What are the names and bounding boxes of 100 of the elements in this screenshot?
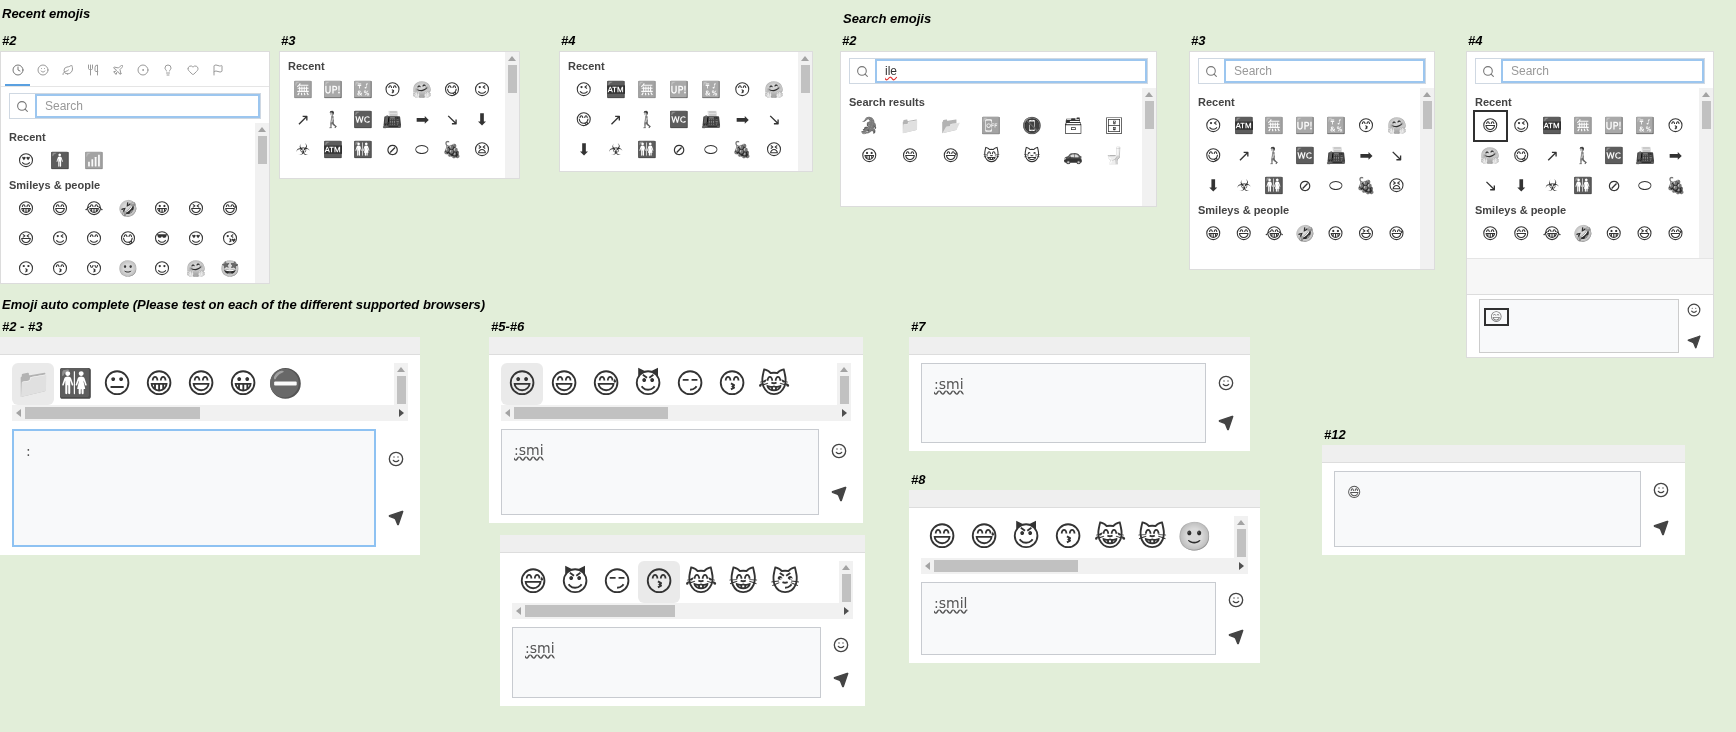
emoji-button[interactable]: 🆙 — [663, 76, 695, 104]
emoji-button[interactable]: 😂 — [1259, 220, 1290, 248]
emoji-button[interactable]: ↘ — [437, 106, 468, 134]
smiley-icon[interactable] — [1687, 303, 1701, 317]
emoji-button[interactable]: ⬇ — [1505, 172, 1537, 200]
emoji-button[interactable]: 🗃 — [1052, 112, 1094, 140]
horizontal-scrollbar[interactable] — [512, 603, 853, 619]
smiley-icon[interactable] — [831, 442, 847, 459]
emoji-button[interactable]: 😍 — [179, 225, 213, 253]
smiley-icon[interactable] — [1218, 375, 1234, 391]
emoji-button[interactable]: 🔣 — [694, 76, 727, 104]
send-icon[interactable] — [831, 485, 847, 502]
smiley-icon[interactable] — [1653, 482, 1669, 498]
emoji-suggestion[interactable]: 😄 — [180, 363, 222, 405]
scrollbar[interactable] — [255, 123, 269, 283]
emoji-button[interactable]: ⊘ — [663, 136, 695, 164]
horizontal-scrollbar[interactable] — [921, 558, 1248, 574]
emoji-button[interactable]: 😅 — [213, 195, 247, 223]
emoji-suggestion[interactable]: 😏 — [596, 561, 638, 603]
emoji-button[interactable]: ⬇ — [467, 106, 497, 134]
emoji-button[interactable]: ⊘ — [1598, 172, 1630, 200]
emoji-button[interactable]: 😊 — [77, 225, 111, 253]
send-icon[interactable] — [1228, 628, 1244, 645]
emoji-button[interactable]: 😆 — [1629, 220, 1661, 248]
emoji-button[interactable]: ↘ — [1475, 172, 1506, 200]
scroll-thumb[interactable] — [514, 407, 668, 419]
scrollbar[interactable] — [1420, 88, 1434, 269]
send-icon[interactable] — [833, 672, 849, 689]
emoji-button[interactable]: 🚻 — [631, 136, 664, 164]
emoji-button[interactable]: 😀 — [1320, 220, 1351, 248]
send-icon[interactable] — [1218, 415, 1234, 431]
emoji-button[interactable]: 🚗 — [1052, 142, 1094, 170]
emoji-button[interactable]: 😄 — [1475, 112, 1506, 140]
emoji-suggestion[interactable]: 😈 — [627, 363, 669, 405]
emoji-suggestion[interactable]: 😅 — [512, 561, 554, 603]
scroll-right-icon[interactable] — [399, 409, 404, 417]
emoji-button[interactable]: 😆 — [9, 225, 43, 253]
emoji-suggestion[interactable]: 😹 — [1089, 516, 1131, 558]
emoji-button[interactable]: 😅 — [1381, 220, 1412, 248]
emoji-button[interactable]: 😋 — [1198, 142, 1229, 170]
emoji-button[interactable]: 🚶 — [1259, 142, 1290, 170]
scroll-thumb[interactable] — [1701, 101, 1711, 129]
scroll-up-icon[interactable] — [1423, 92, 1431, 97]
emoji-suggestion[interactable]: 😀 — [222, 363, 264, 405]
scroll-left-icon[interactable] — [16, 409, 21, 417]
emoji-button[interactable]: ⬭ — [1320, 172, 1351, 200]
emoji-button[interactable]: 😉 — [568, 76, 600, 104]
scrollbar[interactable] — [798, 52, 812, 171]
emoji-button[interactable]: 🚻 — [1259, 172, 1290, 200]
emoji-button[interactable]: 😆 — [179, 195, 213, 223]
scroll-up-icon[interactable] — [508, 56, 516, 61]
emoji-button[interactable]: 😁 — [1475, 220, 1506, 248]
emoji-button[interactable]: 😅 — [1660, 220, 1691, 248]
scroll-up-icon[interactable] — [1145, 92, 1153, 97]
emoji-button[interactable]: 🚻 — [1567, 172, 1599, 200]
emoji-button[interactable]: 😙 — [1350, 112, 1382, 140]
scroll-right-icon[interactable] — [1239, 562, 1244, 570]
scroll-up-icon[interactable] — [258, 127, 266, 132]
scroll-thumb[interactable] — [800, 65, 810, 93]
emoji-button[interactable]: ⬭ — [1629, 172, 1661, 200]
scroll-thumb[interactable] — [257, 136, 267, 164]
message-field[interactable]: :smi — [921, 363, 1206, 443]
emoji-suggestion[interactable]: 😄 — [921, 516, 963, 558]
scroll-left-icon[interactable] — [516, 607, 521, 615]
message-field[interactable]: :smil — [921, 582, 1216, 655]
emoji-button[interactable]: ⬭ — [694, 136, 727, 164]
emoji-button[interactable]: 🚾 — [347, 106, 378, 134]
emoji-button[interactable]: ➡ — [726, 106, 759, 134]
scroll-thumb[interactable] — [841, 574, 851, 602]
emoji-button[interactable]: 📠 — [694, 106, 727, 134]
scroll-thumb[interactable] — [1236, 529, 1246, 557]
emoji-button[interactable]: 😋 — [568, 106, 600, 134]
emoji-button[interactable]: 🚾 — [663, 106, 695, 134]
emoji-button[interactable]: ⊘ — [1289, 172, 1321, 200]
scroll-thumb[interactable] — [396, 376, 406, 404]
search-field[interactable]: ile — [849, 58, 1148, 84]
emoji-suggestion[interactable]: 😅 — [963, 516, 1005, 558]
emoji-suggestion[interactable]: 😏 — [669, 363, 711, 405]
emoji-button[interactable]: 😫 — [1381, 172, 1412, 200]
emoji-button[interactable]: 🏧 — [317, 136, 348, 164]
emoji-button[interactable]: 😙 — [43, 255, 77, 283]
emoji-button[interactable]: 😅 — [930, 142, 972, 170]
emoji-button[interactable]: 🍇 — [1660, 172, 1691, 200]
scrollbar[interactable] — [839, 561, 853, 603]
emoji-button[interactable]: 🚶 — [317, 106, 348, 134]
emoji-button[interactable]: 😺 — [1011, 142, 1053, 170]
emoji-button[interactable]: ☣ — [1228, 172, 1260, 200]
scroll-left-icon[interactable] — [925, 562, 930, 570]
emoji-suggestion[interactable]: 😸 — [1131, 516, 1173, 558]
emoji-suggestion[interactable]: 😼 — [764, 561, 806, 603]
emoji-button[interactable]: 📠 — [1629, 142, 1661, 170]
emoji-button[interactable]: 😀 — [1598, 220, 1630, 248]
emoji-button[interactable]: ☣ — [599, 136, 632, 164]
emoji-suggestion[interactable]: 😁 — [138, 363, 180, 405]
scrollbar[interactable] — [1234, 516, 1248, 558]
emoji-suggestion[interactable]: 😙 — [638, 561, 680, 603]
scrollbar[interactable] — [1699, 88, 1713, 258]
emoji-suggestion[interactable]: 😹 — [753, 363, 795, 405]
emoji-button[interactable]: 🔣 — [1629, 112, 1661, 140]
emoji-button[interactable]: 🍇 — [437, 136, 468, 164]
